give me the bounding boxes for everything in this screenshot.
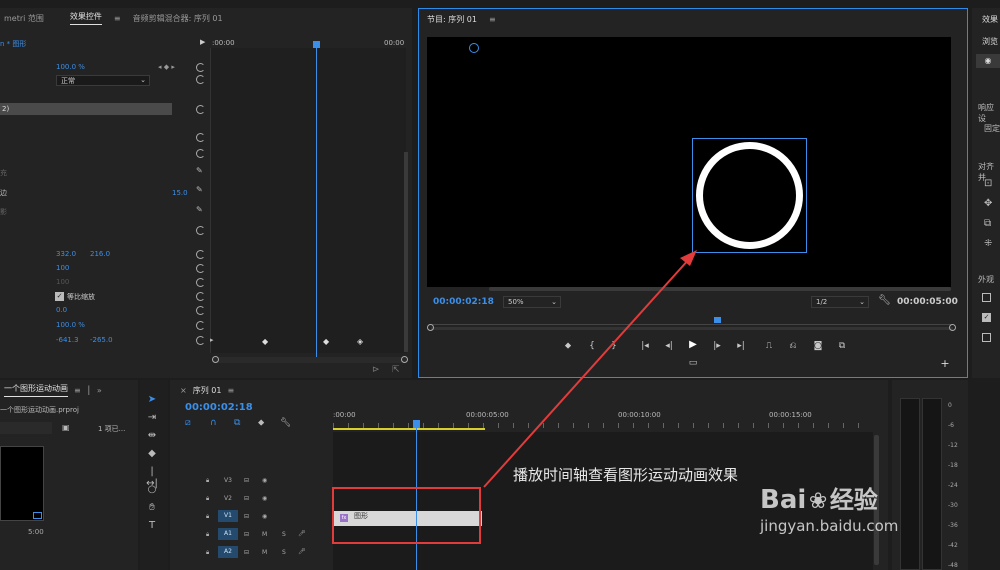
watermark-url: jingyan.baidu.com xyxy=(760,517,899,535)
baidu-watermark: Bai ❀ 经验 jingyan.baidu.com xyxy=(760,480,898,535)
paw-icon: ❀ xyxy=(808,489,828,514)
watermark-brand2: 经验 xyxy=(829,486,878,514)
annotation-text: 播放时间轴查看图形运动动画效果 xyxy=(513,466,739,484)
watermark-brand: Bai xyxy=(760,485,807,515)
